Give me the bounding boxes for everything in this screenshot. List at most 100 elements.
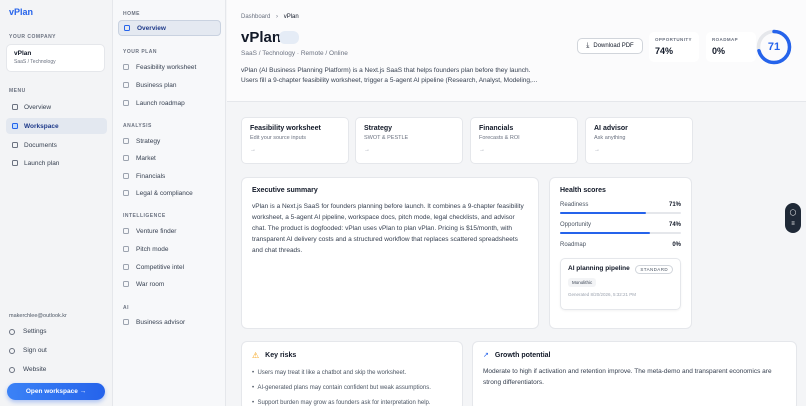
dollar-icon — [123, 173, 129, 179]
nav-label: Strategy — [136, 137, 161, 145]
nav-business-advisor[interactable]: Business advisor — [118, 314, 221, 330]
executive-summary-card: Executive summary vPlan is a Next.js Saa… — [241, 177, 539, 329]
nav-launch-roadmap[interactable]: Launch roadmap — [118, 95, 221, 111]
nav-competitive-intel[interactable]: Competitive intel — [118, 259, 221, 275]
nav-strategy[interactable]: Strategy — [118, 133, 221, 149]
nav-label: Financials — [136, 172, 166, 180]
opportunity-stat: OPPORTUNITY 74% — [649, 32, 699, 62]
nav-market[interactable]: Market — [118, 150, 221, 166]
chat-bubble-icon[interactable]: ◯ — [790, 209, 797, 216]
brand-logo[interactable]: vPlan — [9, 7, 33, 17]
menu-item-launch-plan[interactable]: Launch plan — [6, 155, 107, 171]
quick-card-ai-advisor[interactable]: AI advisor Ask anything → — [585, 117, 693, 164]
briefcase-icon — [12, 123, 18, 129]
description-line: vPlan (AI Business Planning Platform) is… — [241, 67, 531, 74]
primary-sidebar: vPlan YOUR COMPANY vPlan SaaS / Technolo… — [0, 0, 113, 406]
sign-out-label: Sign out — [23, 347, 47, 354]
company-category: SaaS / Technology — [14, 59, 56, 65]
external-link-icon — [9, 366, 15, 373]
page-header: Dashboard › vPlan vPlan SaaS / Technolog… — [227, 0, 806, 102]
nav-legal-compliance[interactable]: Legal & compliance — [118, 185, 221, 201]
growth-text: Moderate to high if activation and reten… — [483, 368, 772, 386]
gear-icon — [9, 328, 15, 335]
roadmap-stat: ROADMAP 0% — [706, 32, 756, 62]
settings-link[interactable]: Settings — [9, 328, 47, 335]
nav-financials[interactable]: Financials — [118, 168, 221, 184]
quick-card-subtitle: Edit your source inputs — [250, 135, 306, 141]
health-row-opportunity: Opportunity 74% — [560, 222, 681, 234]
health-label: Opportunity — [560, 222, 592, 228]
description-line: Users fill a 9-chapter feasibility works… — [241, 77, 538, 84]
stat-label: OPPORTUNITY — [655, 37, 692, 42]
settings-label: Settings — [23, 328, 47, 335]
quick-card-feasibility[interactable]: Feasibility worksheet Edit your source i… — [241, 117, 349, 164]
list-item: • Support burden may grow as founders as… — [252, 400, 431, 406]
download-icon: ⤓ — [586, 42, 590, 49]
progress-fill — [560, 232, 650, 234]
menu-section-label: MENU — [9, 88, 26, 94]
nav-label: War room — [136, 280, 165, 288]
nav-label: Pitch mode — [136, 245, 169, 253]
home-section-label: HOME — [123, 11, 140, 17]
menu-item-workspace[interactable]: Workspace — [6, 118, 107, 134]
chart-icon — [123, 155, 129, 161]
quick-card-title: Feasibility worksheet — [250, 125, 321, 132]
nav-venture-finder[interactable]: Venture finder — [118, 223, 221, 239]
menu-item-documents[interactable]: Documents — [6, 137, 107, 153]
rocket-icon — [123, 100, 129, 106]
nav-label: Launch roadmap — [136, 99, 185, 107]
logout-icon — [9, 347, 15, 354]
analysis-section-label: ANALYSIS — [123, 123, 152, 129]
download-pdf-label: Download PDF — [593, 43, 634, 49]
nav-war-room[interactable]: War room — [118, 276, 221, 292]
menu-item-overview[interactable]: Overview — [6, 99, 107, 115]
nav-overview[interactable]: Overview — [118, 20, 221, 36]
website-link[interactable]: Website — [9, 366, 46, 373]
quick-card-strategy[interactable]: Strategy SWOT & PESTLE → — [355, 117, 463, 164]
nav-label: Legal & compliance — [136, 189, 193, 197]
health-label: Roadmap — [560, 242, 587, 248]
pipeline-mode-chip: Monolithic — [568, 278, 597, 287]
pipeline-timestamp: Generated 8/20/2026, 5:32:21 PM — [568, 292, 637, 297]
risk-list: • Users may treat it like a chatbot and … — [252, 366, 452, 406]
company-card[interactable]: vPlan SaaS / Technology — [6, 44, 105, 72]
quick-card-title: Strategy — [364, 125, 393, 132]
trending-up-icon: ↗ — [483, 352, 489, 359]
nav-label: Feasibility worksheet — [136, 63, 197, 71]
nav-feasibility-worksheet[interactable]: Feasibility worksheet — [118, 59, 221, 75]
download-pdf-button[interactable]: ⤓ Download PDF — [577, 38, 643, 54]
nav-business-plan[interactable]: Business plan — [118, 77, 221, 93]
nav-pitch-mode[interactable]: Pitch mode — [118, 241, 221, 257]
company-section-label: YOUR COMPANY — [9, 34, 57, 40]
progress-fill — [560, 212, 646, 214]
quick-card-financials[interactable]: Financials Forecasts & ROI → — [470, 117, 578, 164]
main-content: Dashboard › vPlan vPlan SaaS / Technolog… — [227, 0, 806, 406]
assistant-widget[interactable]: ◯ ≡ — [785, 203, 801, 233]
quick-card-subtitle: Forecasts & ROI — [479, 135, 520, 141]
progress-track — [560, 232, 681, 234]
sign-out-link[interactable]: Sign out — [9, 347, 47, 354]
summary-text: vPlan is a Next.js SaaS for founders pla… — [252, 203, 524, 254]
breadcrumb-separator: › — [276, 14, 279, 20]
ai-section-label: AI — [123, 305, 129, 311]
rocket-icon — [12, 160, 18, 166]
menu-item-label: Overview — [24, 103, 52, 111]
menu-icon[interactable]: ≡ — [791, 221, 795, 227]
list-item: • Users may treat it like a chatbot and … — [252, 370, 407, 376]
pipeline-tier-badge: STANDARD — [635, 265, 673, 274]
stat-label: ROADMAP — [712, 37, 739, 42]
open-workspace-button[interactable]: Open workspace → — [7, 383, 105, 400]
quick-card-subtitle: Ask anything — [594, 135, 626, 141]
intelligence-section-label: INTELLIGENCE — [123, 213, 166, 219]
card-title: Executive summary — [252, 187, 318, 194]
presentation-icon — [123, 246, 129, 252]
health-percent: 0% — [672, 242, 681, 248]
warning-icon: ⚠ — [252, 351, 260, 360]
stat-value: 0% — [712, 46, 726, 56]
stat-value: 74% — [655, 46, 674, 56]
health-row-readiness: Readiness 71% — [560, 202, 681, 214]
ai-pipeline-card[interactable]: AI planning pipeline STANDARD Monolithic… — [560, 258, 681, 310]
breadcrumb-root[interactable]: Dashboard — [241, 14, 270, 20]
overall-score: 71 — [767, 41, 781, 53]
health-label: Readiness — [560, 202, 589, 208]
